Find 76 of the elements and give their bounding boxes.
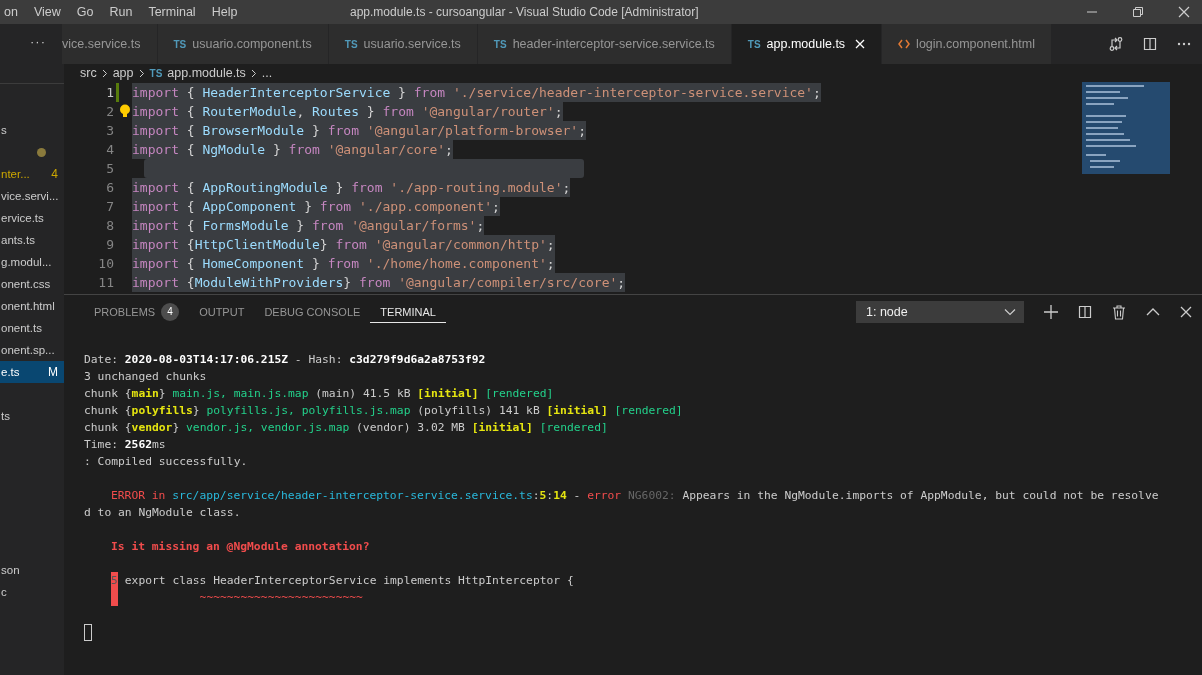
split-editor-icon[interactable] — [1142, 36, 1158, 52]
terminal-line: Date: 2020-08-03T14:17:06.215Z - Hash: c3d279f9d6a2a8753f92 — [84, 352, 486, 368]
menu-item[interactable]: Run — [101, 0, 141, 24]
terminal-line: ERROR in src/app/service/header-interceptor-service.service.ts:5:14 - error NG6002: Appears in the NgModule.imports of AppModule, but could not be resolve — [111, 488, 1159, 504]
line-number: 8 — [105, 218, 114, 233]
breadcrumb-item[interactable]: app — [112, 66, 134, 80]
restore-icon[interactable] — [1132, 6, 1144, 18]
line-number: 5 — [105, 161, 114, 176]
line-number: 4 — [105, 142, 114, 157]
menu-item[interactable]: on — [0, 0, 26, 24]
breadcrumb-item[interactable]: ... — [261, 66, 273, 80]
panel-tab[interactable]: DEBUG CONSOLE — [254, 295, 371, 329]
terminal-dropdown[interactable]: 1: node — [856, 301, 1024, 323]
menu-item[interactable]: Help — [203, 0, 246, 24]
terminal-line: chunk {main} main.js, main.js.map (main) 41.5 kB [initial] [rendered] — [84, 386, 554, 402]
file-item[interactable]: ervice.ts — [0, 207, 64, 229]
file-item[interactable]: ts — [0, 405, 64, 427]
breadcrumb-item[interactable]: TS app.module.ts — [149, 66, 246, 80]
window-title: app.module.ts - cursoangular - Visual Studio Code [Administrator] — [350, 5, 699, 19]
file-item[interactable]: vice.servi... — [0, 185, 64, 207]
editor-tab[interactable]: vice.service.ts — [62, 24, 158, 64]
file-item[interactable]: nter... 4 — [0, 163, 64, 185]
file-item[interactable]: ants.ts — [0, 229, 64, 251]
panel-tab[interactable]: PROBLEMS 4 — [84, 295, 190, 329]
file-item[interactable]: onent.html — [0, 295, 64, 317]
editor-tab[interactable]: TS usuario.service.ts — [328, 24, 478, 64]
compare-changes-icon[interactable] — [1108, 36, 1124, 52]
line-number: 7 — [105, 199, 114, 214]
terminal-line: 3 unchanged chunks — [84, 369, 207, 385]
plus-icon[interactable] — [1044, 305, 1058, 319]
line-number: 1 — [105, 85, 114, 100]
terminal-line: chunk {vendor} vendor.js, vendor.js.map (vendor) 3.02 MB [initial] [rendered] — [84, 420, 608, 436]
menu-item[interactable]: View — [25, 0, 69, 24]
trash-icon[interactable] — [1112, 304, 1126, 320]
line-number: 3 — [105, 123, 114, 138]
close-icon[interactable] — [1180, 306, 1192, 318]
terminal-line: export class HeaderInterceptorService implements HttpInterceptor { — [123, 573, 574, 589]
chevron-right-icon — [101, 68, 108, 78]
file-item[interactable]: onent.ts — [0, 317, 64, 339]
chevron-right-icon — [250, 68, 257, 78]
terminal-line: ~~~~~~~~~~~~~~~~~~~~~~~~ — [198, 590, 363, 606]
line-number: 11 — [97, 275, 114, 290]
chevron-up-icon[interactable] — [1146, 308, 1160, 316]
more-icon[interactable]: ··· — [30, 34, 46, 49]
file-item[interactable]: e.ts M — [0, 361, 64, 383]
panel-tab[interactable]: OUTPUT — [189, 295, 255, 329]
chevron-right-icon — [138, 68, 145, 78]
breadcrumb-item[interactable]: src — [80, 66, 97, 80]
line-number: 10 — [97, 256, 114, 271]
terminal-line: Time: 2562ms — [84, 437, 166, 453]
editor-tab[interactable]: TS header-interceptor-service.service.ts — [477, 24, 732, 64]
lightbulb-icon[interactable] — [119, 104, 131, 118]
terminal-line: d to an NgModule class. — [84, 505, 241, 521]
chevron-down-icon — [1004, 308, 1016, 316]
line-number: 6 — [105, 180, 114, 195]
code-brackets-icon — [898, 39, 911, 49]
file-item[interactable]: c — [0, 581, 64, 603]
menu-item[interactable]: Go — [68, 0, 102, 24]
file-item[interactable]: g.modul... — [0, 251, 64, 273]
terminal-line: : Compiled successfully. — [84, 454, 248, 470]
editor-tab[interactable]: login.component.html — [882, 24, 1052, 64]
minimap-drawing[interactable] — [1082, 82, 1170, 174]
menu-item[interactable]: Terminal — [140, 0, 204, 24]
editor-tab[interactable]: TS app.module.ts — [731, 24, 883, 64]
file-item[interactable]: son — [0, 559, 64, 581]
file-item[interactable]: onent.sp... — [0, 339, 64, 361]
terminal-line: Is it missing an @NgModule annotation? — [111, 539, 370, 555]
close-icon[interactable] — [1178, 6, 1190, 18]
file-item[interactable]: s — [0, 119, 64, 141]
file-item[interactable]: onent.css — [0, 273, 64, 295]
line-number: 9 — [105, 237, 114, 252]
line-number: 2 — [105, 104, 114, 119]
panel-tab[interactable]: TERMINAL — [370, 301, 446, 323]
editor-tab[interactable]: TS usuario.component.ts — [157, 24, 329, 64]
split-terminal-icon[interactable] — [1078, 305, 1092, 319]
terminal-line: chunk {polyfills} polyfills.js, polyfills.js.map (polyfills) 141 kB [initial] [rendered] — [84, 403, 683, 419]
